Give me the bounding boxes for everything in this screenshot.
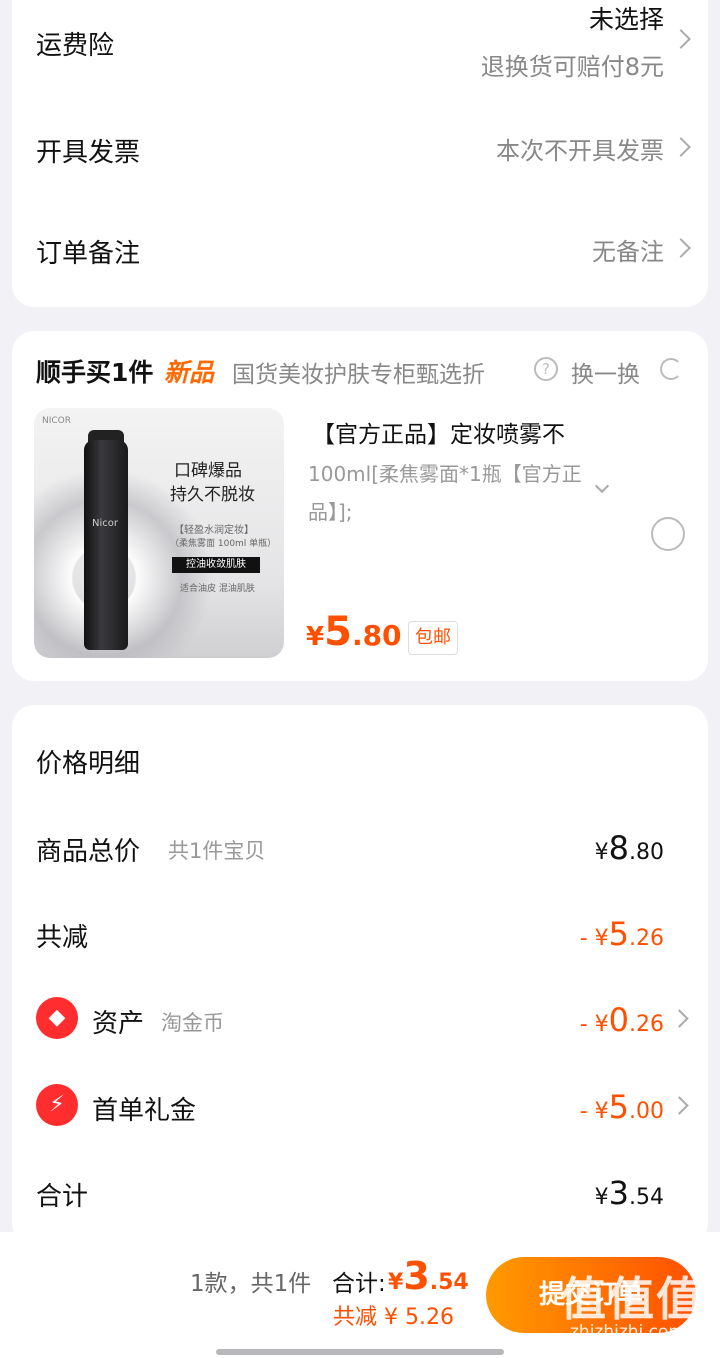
currency: ¥ (594, 840, 609, 865)
add-on-select-radio[interactable] (651, 517, 685, 551)
image-tag: 控油收敛肌肤 (172, 557, 260, 573)
remark-value: 无备注 (592, 238, 664, 266)
value-decimal: .54 (629, 1185, 664, 1210)
saved-amount: 共减 ¥ 5.26 (333, 1305, 454, 1330)
question-circle-icon[interactable]: ? (534, 357, 558, 381)
add-on-subtitle: 国货美妆护肤专柜甄选折 (232, 362, 485, 388)
swap-button[interactable]: 换一换 (571, 355, 640, 389)
currency: ¥ (594, 1099, 609, 1124)
product-image[interactable]: NICOR Nicor 口碑爆品 持久不脱妆 【轻盈水润定妆】 （柔焦雾面 10… (34, 408, 284, 658)
assets-sub: 淘金币 (161, 1011, 224, 1035)
image-headline-2: 持久不脱妆 (170, 485, 255, 505)
image-subline-1: 【轻盈水润定妆】 (174, 525, 254, 536)
currency: ¥ (388, 1270, 404, 1295)
free-shipping-badge: 包邮 (408, 621, 458, 655)
value-decimal: .80 (629, 840, 664, 865)
total-value: ¥3.54 (595, 1174, 664, 1212)
goods-total-label: 商品总价 (36, 837, 141, 867)
chevron-right-icon (671, 137, 691, 157)
price-decimal: .80 (351, 619, 402, 652)
total-label: 合计 (36, 1182, 89, 1212)
remark-label: 订单备注 (36, 239, 141, 269)
shipping-insurance-value: 未选择 (588, 5, 664, 34)
value-decimal: .26 (629, 926, 664, 951)
value-integer: 3 (608, 1174, 629, 1212)
currency: ¥ (594, 1012, 609, 1037)
price-integer: 5 (324, 609, 352, 655)
image-subline-3: 适合油皮 混油肌肤 (180, 584, 255, 594)
invoice-label: 开具发票 (36, 138, 141, 168)
image-headline-1: 口碑爆品 (174, 461, 242, 481)
value-integer: 5 (608, 1088, 629, 1126)
currency: ¥ (594, 1185, 609, 1210)
currency: ¥ (594, 926, 609, 951)
price-detail-title: 价格明细 (36, 749, 141, 779)
chevron-right-icon (671, 29, 691, 49)
order-options-card: 运费险 未选择 退换货可赔付8元 开具发票 本次不开具发票 订单备注 无备注 (12, 0, 708, 307)
minus-prefix: - (579, 926, 595, 951)
assets-label: 资产 (92, 1009, 145, 1039)
add-on-title: 顺手买1件 (36, 358, 154, 387)
value-decimal: .54 (429, 1270, 469, 1295)
chevron-right-icon (671, 238, 691, 258)
price-currency: ¥ (306, 622, 325, 652)
coupon-tag-icon: ◆ (36, 997, 78, 1039)
shipping-insurance-label: 运费险 (36, 31, 115, 61)
value-integer: 5 (608, 915, 629, 953)
refresh-icon[interactable] (660, 358, 682, 380)
goods-total-value: ¥8.80 (595, 829, 664, 867)
value-integer: 3 (403, 1254, 430, 1298)
value-integer: 8 (608, 829, 629, 867)
product-price: ¥5.80 (306, 609, 402, 655)
add-on-card: 顺手买1件 新品 国货美妆护肤专柜甄选折 ? 换一换 NICOR Nicor 口… (12, 331, 708, 681)
total-amount: ¥3.54 (388, 1254, 469, 1298)
price-detail-card: 价格明细 商品总价 共1件宝贝 ¥8.80 共减 - ¥5.26 ◆ 资产 淘金… (12, 705, 708, 1245)
minus-prefix: - (579, 1012, 595, 1037)
lightning-icon: ⚡ (36, 1084, 78, 1126)
invoice-value: 本次不开具发票 (496, 137, 664, 165)
product-spec[interactable]: 100ml[柔焦雾面*1瓶【官方正品】]; (308, 455, 598, 531)
minus-prefix: - (579, 1099, 595, 1124)
discount-label: 共减 (36, 923, 89, 953)
assets-value: - ¥0.26 (580, 1001, 664, 1039)
spray-bottle (84, 440, 128, 650)
discount-value: - ¥5.26 (580, 915, 664, 953)
value-decimal: .26 (629, 1012, 664, 1037)
first-order-label: 首单礼金 (92, 1096, 197, 1126)
value-integer: 0 (608, 1001, 629, 1039)
item-count: 1款，共1件 (190, 1271, 312, 1297)
bottle-brand: Nicor (92, 518, 118, 529)
value-decimal: .00 (629, 1099, 664, 1124)
chevron-right-icon (670, 1096, 689, 1115)
first-order-value: - ¥5.00 (580, 1088, 664, 1126)
goods-total-sub: 共1件宝贝 (168, 839, 266, 863)
chevron-right-icon (670, 1009, 689, 1028)
shipping-insurance-note: 退换货可赔付8元 (480, 53, 664, 81)
home-indicator[interactable] (216, 1349, 504, 1355)
watermark-logo: 值值值 (560, 1272, 704, 1326)
product-image-brand: NICOR (42, 416, 72, 426)
new-tag: 新品 (164, 358, 215, 387)
product-title[interactable]: 【官方正品】定妆喷雾不 (312, 415, 565, 449)
watermark-url: zhizhizhi.com (570, 1322, 685, 1342)
image-subline-2: （柔焦雾面 100ml 单瓶） (170, 539, 277, 549)
total-label: 合计: (332, 1271, 386, 1297)
